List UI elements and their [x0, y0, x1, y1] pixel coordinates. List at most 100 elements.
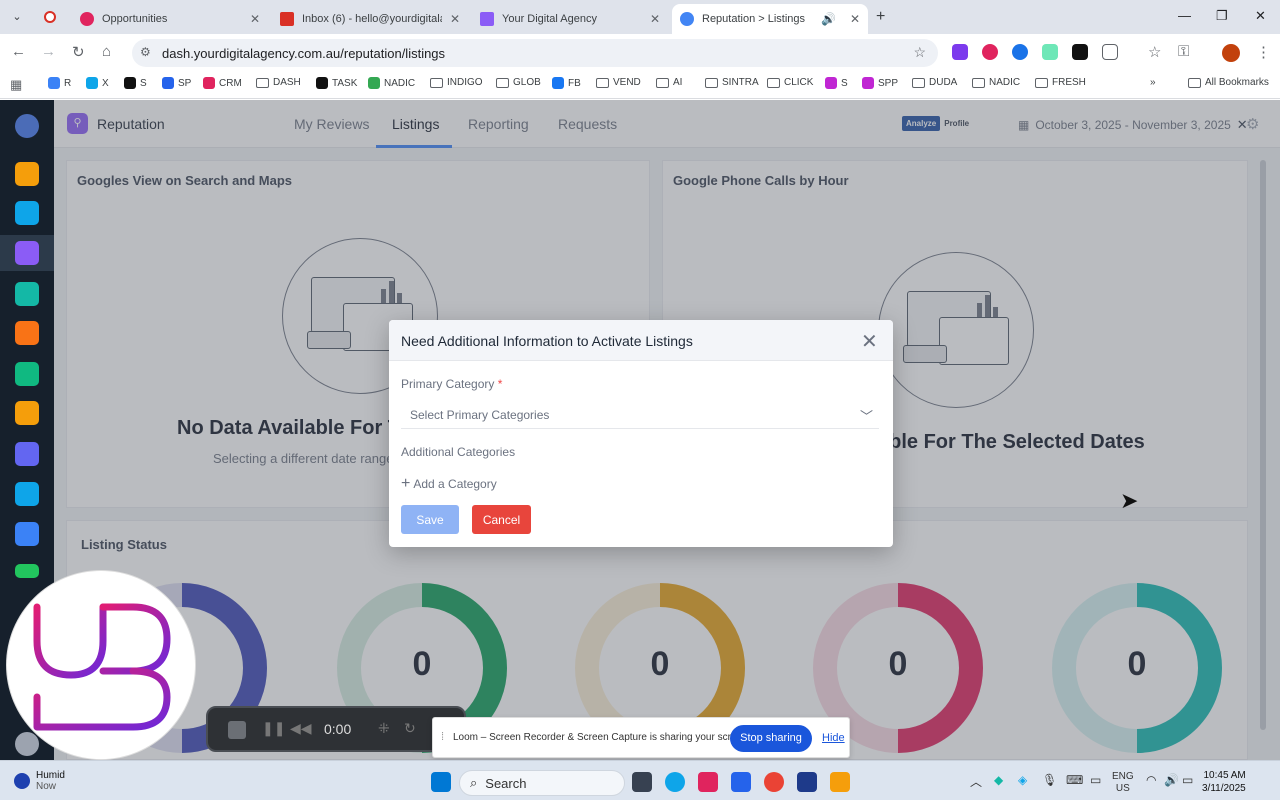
home-icon[interactable]: ⌂ — [102, 43, 111, 60]
funnel-icon[interactable] — [15, 162, 39, 186]
bookmark-item[interactable]: SP — [162, 77, 191, 89]
notes-icon[interactable] — [15, 401, 39, 425]
extension-icon[interactable] — [982, 44, 998, 60]
app-icon[interactable] — [698, 772, 718, 792]
bookmark-item[interactable]: SINTRA — [705, 77, 759, 88]
bookmark-item[interactable]: VEND — [596, 77, 641, 88]
profile-avatar[interactable] — [1222, 44, 1240, 62]
bookmark-item[interactable]: GLOB — [496, 77, 541, 88]
bookmark-item[interactable]: NADIC — [368, 77, 415, 89]
close-window-icon[interactable]: ✕ — [1255, 8, 1266, 24]
bookmark-item[interactable]: CLICK — [767, 77, 813, 88]
bookmark-item[interactable]: S — [124, 77, 147, 89]
bookmark-item[interactable]: S — [825, 77, 848, 89]
agency-logo-icon[interactable] — [15, 114, 39, 138]
system-clock[interactable]: 10:45 AM 3/11/2025 — [1202, 769, 1246, 795]
bookmark-item[interactable]: DUDA — [912, 77, 957, 88]
tab-reputation-listings[interactable]: Reputation > Listings 🔊 ✕ — [672, 4, 868, 34]
tab-search-icon[interactable]: ⌄ — [8, 8, 26, 26]
tray-overflow-icon[interactable]: ︿ — [970, 773, 982, 790]
weather-widget[interactable]: Humid Now — [14, 770, 65, 792]
stop-record-icon[interactable] — [228, 721, 246, 739]
dashboard-icon[interactable] — [15, 482, 39, 506]
wifi-icon[interactable]: ◠ — [1146, 773, 1156, 787]
site-info-icon[interactable]: ⚙ — [140, 45, 151, 59]
bookmarks-star-icon[interactable]: ☆ — [1148, 43, 1161, 61]
extension-icon[interactable] — [1042, 44, 1058, 60]
menu-kebab-icon[interactable]: ⋮ — [1256, 43, 1271, 61]
task-view-icon[interactable] — [632, 772, 652, 792]
new-tab-button[interactable]: + — [876, 8, 885, 26]
stop-sharing-button[interactable]: Stop sharing — [730, 725, 812, 752]
extension-icon[interactable] — [1072, 44, 1088, 60]
calculator-icon[interactable] — [731, 772, 751, 792]
chrome-icon[interactable] — [764, 772, 784, 792]
bookmark-item[interactable]: X — [86, 77, 109, 89]
password-key-icon[interactable]: ⚿ — [1178, 43, 1189, 60]
extensions-puzzle-icon[interactable] — [1102, 44, 1118, 60]
bookmark-item[interactable]: SPP — [862, 77, 898, 89]
close-tab-icon[interactable]: ✕ — [450, 12, 460, 26]
close-icon[interactable]: ✕ — [861, 329, 878, 354]
battery-icon[interactable]: ▭ — [1182, 773, 1193, 787]
defender-icon[interactable]: ◈ — [1018, 773, 1027, 787]
forms-icon[interactable] — [15, 442, 39, 466]
bookmark-item[interactable]: INDIGO — [430, 77, 483, 88]
address-bar[interactable]: ⚙ dash.yourdigitalagency.com.au/reputati… — [132, 39, 938, 67]
monitor-icon[interactable] — [15, 201, 39, 225]
bookmark-item[interactable]: CRM — [203, 77, 242, 89]
primary-category-select[interactable]: Select Primary Categories ﹀ — [401, 401, 879, 429]
tray-app-icon[interactable]: ◆ — [994, 773, 1003, 787]
rocket-icon[interactable] — [15, 282, 39, 306]
bookmark-item[interactable]: DASH — [256, 77, 301, 88]
bookmark-star-icon[interactable]: ☆ — [913, 44, 926, 61]
extension-icon[interactable] — [952, 44, 968, 60]
taskbar-search[interactable]: ⌕ Search — [459, 770, 625, 796]
bookmark-item[interactable]: FRESH — [1035, 77, 1086, 88]
speaker-icon[interactable]: 🔊 — [821, 12, 836, 26]
bookmark-item[interactable]: FB — [552, 77, 581, 89]
bookmark-item[interactable]: R — [48, 77, 71, 89]
rewind-icon[interactable]: ◀◀ — [290, 720, 312, 737]
apps-grid-icon[interactable]: ▦ — [10, 77, 22, 93]
more-bookmarks-icon[interactable]: » — [1150, 77, 1156, 88]
microphone-icon[interactable]: 🎙 — [1042, 773, 1057, 787]
file-explorer-icon[interactable] — [830, 772, 850, 792]
hide-link[interactable]: Hide — [822, 732, 845, 744]
cancel-button[interactable]: Cancel — [472, 505, 531, 534]
add-category-button[interactable]: + Add a Category — [401, 476, 497, 492]
all-bookmarks-folder[interactable]: All Bookmarks — [1188, 77, 1269, 88]
back-icon[interactable]: ← — [11, 43, 26, 60]
close-tab-icon[interactable]: ✕ — [250, 12, 260, 26]
bookmark-item[interactable]: TASK — [316, 77, 357, 89]
extension-icon[interactable] — [1012, 44, 1028, 60]
keyboard-icon[interactable]: ⌨ — [1066, 773, 1083, 787]
drawing-tools-icon[interactable]: ⁜ — [378, 720, 390, 737]
pause-icon[interactable]: ❚❚ — [262, 720, 285, 737]
reload-icon[interactable]: ↻ — [72, 43, 85, 61]
language-indicator[interactable]: ENG US — [1112, 771, 1134, 795]
save-button[interactable]: Save — [401, 505, 459, 534]
table-icon[interactable] — [15, 362, 39, 386]
close-tab-icon[interactable]: ✕ — [850, 12, 860, 26]
drag-handle-icon[interactable]: ⁞ — [441, 731, 444, 743]
document-icon[interactable] — [15, 321, 39, 345]
tab-your-digital-agency[interactable]: Your Digital Agency ✕ — [472, 4, 668, 34]
tab-inbox[interactable]: Inbox (6) - hello@yourdigitalagenc ✕ — [272, 4, 468, 34]
edge-icon[interactable] — [665, 772, 685, 792]
bookmark-item[interactable]: AI — [656, 77, 682, 88]
volume-icon[interactable]: 🔊 — [1164, 773, 1179, 787]
restore-icon[interactable]: ❐ — [1216, 8, 1228, 24]
display-icon[interactable]: ▭ — [1090, 773, 1101, 787]
windows-start-icon[interactable] — [431, 772, 451, 792]
close-tab-icon[interactable]: ✕ — [650, 12, 660, 26]
globe-icon[interactable] — [15, 522, 39, 546]
restart-icon[interactable]: ↻ — [404, 720, 416, 737]
reputation-nav-item[interactable] — [0, 235, 54, 271]
bookmark-item[interactable]: NADIC — [972, 77, 1020, 88]
loom-camera-bubble[interactable] — [7, 571, 195, 759]
forward-icon[interactable]: → — [41, 43, 56, 60]
notes-app-icon[interactable] — [797, 772, 817, 792]
tab-opportunities[interactable]: Opportunities ✕ — [72, 4, 268, 34]
minimize-icon[interactable]: — — [1178, 8, 1191, 23]
